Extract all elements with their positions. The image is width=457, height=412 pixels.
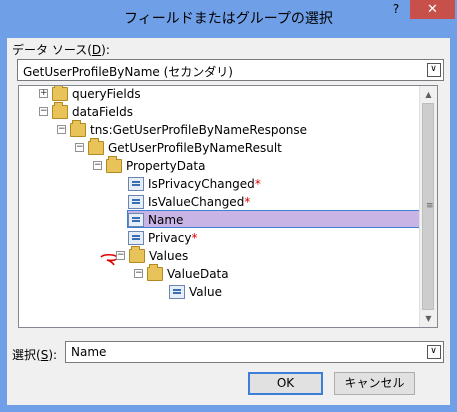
chevron-down-icon: ∨	[426, 63, 441, 77]
required-marker: *	[254, 177, 261, 191]
repeating-group-icon	[147, 264, 163, 281]
tree-node-name: IsPrivacyChanged	[148, 177, 255, 191]
folder-icon	[129, 246, 145, 263]
scrollbar-thumb[interactable]: ≡	[422, 103, 434, 310]
collapse-icon[interactable]: −	[93, 161, 102, 170]
folder-icon	[70, 120, 86, 137]
tree-node-label: Value	[189, 285, 222, 299]
tree-node-label: tns:GetUserProfileByNameResponse	[90, 123, 308, 137]
tree-scrollbar[interactable]: ▲ ≡ ▼	[419, 86, 437, 327]
folder-icon	[52, 86, 68, 101]
tree-node-label: ValueData	[167, 267, 229, 281]
datasource-dropdown[interactable]: GetUserProfileByName (セカンダリ) ∨	[17, 59, 444, 81]
close-button[interactable]: ✕	[410, 0, 455, 19]
selection-dropdown[interactable]: Name ∨	[65, 341, 444, 363]
tree-node-label: IsValueChanged*	[148, 195, 250, 209]
selection-value: Name	[71, 345, 107, 359]
tree-node-label: IsPrivacyChanged*	[148, 177, 261, 191]
collapse-icon[interactable]: −	[116, 251, 125, 260]
tree-node-label: GetUserProfileByNameResult	[108, 141, 282, 155]
tree-node-name: IsValueChanged	[148, 195, 245, 209]
selection-dropdown-arrow[interactable]: ∨	[424, 343, 442, 361]
scroll-down-arrow-icon[interactable]: ▼	[420, 310, 437, 327]
collapse-icon[interactable]: −	[57, 125, 66, 134]
chevron-down-icon: ∨	[426, 345, 441, 359]
datasource-dropdown-arrow[interactable]: ∨	[424, 61, 442, 79]
field-icon	[128, 213, 144, 227]
field-icon	[128, 195, 144, 209]
collapse-icon[interactable]: −	[75, 143, 84, 152]
required-marker: *	[244, 195, 251, 209]
selection-label-prefix: 選択(	[12, 348, 41, 362]
field-tree[interactable]: + queryFields − dataFields − tns:GetUser…	[18, 85, 438, 328]
tree-node-label: queryFields	[72, 87, 141, 101]
field-icon	[128, 177, 144, 191]
datasource-label-suffix: ):	[101, 43, 110, 57]
required-marker: *	[191, 231, 198, 245]
folder-icon	[88, 138, 104, 155]
folder-icon	[52, 102, 68, 119]
selection-label: 選択(S):	[12, 346, 57, 363]
datasource-label-prefix: データ ソース(	[12, 43, 92, 57]
tree-node-label: Privacy*	[148, 231, 197, 245]
cancel-button[interactable]: キャンセル	[334, 372, 415, 395]
tree-node-label: Values	[149, 249, 189, 263]
collapse-icon[interactable]: −	[134, 269, 143, 278]
scroll-up-arrow-icon[interactable]: ▲	[420, 86, 437, 103]
selection-label-suffix: ):	[48, 348, 58, 362]
help-button[interactable]: ?	[382, 0, 410, 19]
tree-node-label: PropertyData	[126, 159, 206, 173]
repeating-group-icon	[106, 156, 122, 173]
expand-icon[interactable]: +	[39, 89, 48, 98]
dialog-body: データ ソース(D): GetUserProfileByName (セカンダリ)…	[7, 38, 450, 405]
datasource-label: データ ソース(D):	[12, 41, 110, 58]
ok-button[interactable]: OK	[248, 372, 323, 395]
dialog-window: フィールドまたはグループの選択 ? ✕ データ ソース(D): GetUserP…	[0, 0, 457, 412]
grip-icon: ≡	[426, 201, 434, 211]
titlebar[interactable]: フィールドまたはグループの選択 ? ✕	[0, 0, 457, 38]
tree-node-name: Privacy	[148, 231, 192, 245]
datasource-value: GetUserProfileByName (セカンダリ)	[23, 65, 233, 79]
tree-node-label: Name	[148, 213, 184, 227]
datasource-label-key: D	[91, 43, 102, 57]
field-icon	[128, 231, 144, 245]
tree-node-label: dataFields	[72, 105, 133, 119]
collapse-icon[interactable]: −	[39, 107, 48, 116]
field-icon	[169, 285, 185, 299]
